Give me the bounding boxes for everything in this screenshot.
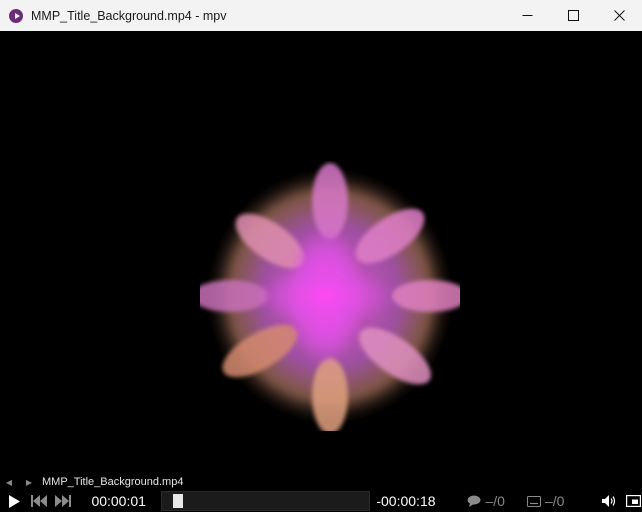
subtitle-icon — [526, 495, 541, 507]
seek-handle[interactable] — [173, 494, 184, 508]
mpv-window: MMP_Title_Background.mp4 - mpv ◀ ▶ MMP_T… — [0, 0, 642, 512]
skip-previous-icon — [30, 495, 47, 507]
osc-controls: 00:00:01 -00:00:18 –/0 –/0 — [0, 490, 642, 512]
osc-title-line: ◀ ▶ MMP_Title_Background.mp4 — [0, 474, 642, 490]
fullscreen-button[interactable] — [624, 495, 642, 507]
window-title: MMP_Title_Background.mp4 - mpv — [31, 8, 227, 23]
close-button[interactable] — [596, 0, 642, 31]
fullscreen-icon — [625, 495, 641, 507]
video-frame-burst — [200, 163, 460, 431]
maximize-button[interactable] — [550, 0, 596, 31]
play-icon — [9, 494, 21, 508]
window-controls — [504, 0, 642, 31]
speech-bubble-icon — [467, 495, 481, 507]
subtitle-track-label: –/0 — [544, 493, 565, 509]
audio-track-label: –/0 — [485, 493, 505, 509]
seek-bar[interactable] — [160, 491, 371, 511]
maximize-icon — [567, 10, 579, 21]
audio-track-button[interactable]: –/0 — [467, 493, 505, 509]
time-remaining[interactable]: -00:00:18 — [376, 493, 455, 509]
play-button[interactable] — [8, 494, 22, 508]
title-bar[interactable]: MMP_Title_Background.mp4 - mpv — [0, 0, 642, 31]
time-elapsed[interactable]: 00:00:01 — [91, 493, 156, 509]
minimize-button[interactable] — [504, 0, 550, 31]
minimize-icon — [522, 15, 532, 16]
skip-next-button[interactable] — [54, 495, 72, 507]
skip-previous-button[interactable] — [30, 495, 48, 507]
osc-filename[interactable]: MMP_Title_Background.mp4 — [42, 476, 183, 488]
subtitle-track-button[interactable]: –/0 — [526, 493, 565, 509]
video-area[interactable] — [0, 31, 642, 489]
close-icon — [613, 10, 625, 21]
volume-button[interactable] — [600, 495, 618, 507]
triangle-right-icon[interactable]: ▶ — [24, 478, 34, 487]
triangle-left-icon[interactable]: ◀ — [4, 478, 14, 487]
speaker-icon — [601, 495, 615, 507]
skip-next-icon — [54, 495, 71, 507]
mpv-app-icon — [9, 8, 23, 23]
